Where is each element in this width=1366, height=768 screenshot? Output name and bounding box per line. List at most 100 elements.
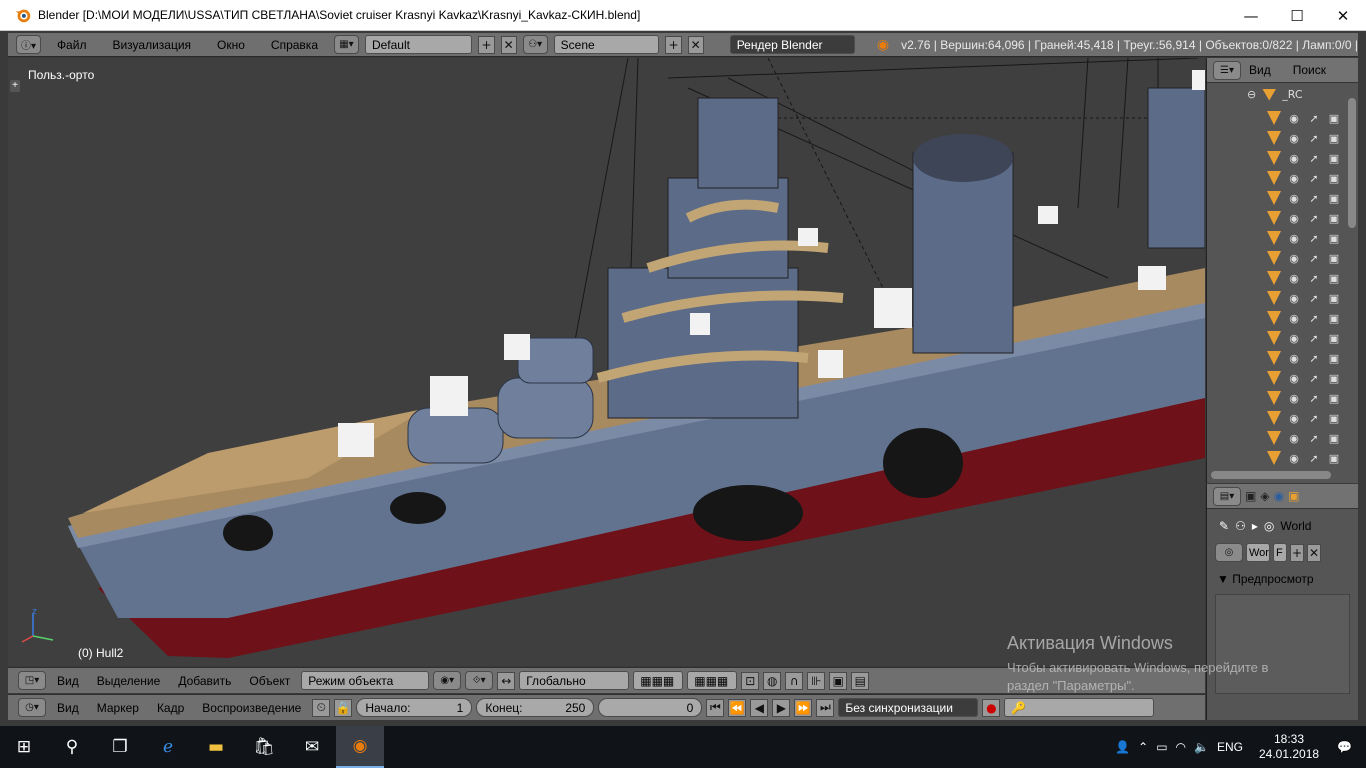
timeline-menu-marker[interactable]: Маркер (90, 701, 146, 715)
layers-block-1[interactable]: ▦▦▦ (633, 671, 684, 690)
outliner-object-row[interactable]: ◉ ➚ ▣ (1207, 308, 1347, 328)
people-icon[interactable]: 👤 (1115, 740, 1130, 754)
render-camera-icon[interactable]: ▣ (1327, 272, 1341, 285)
menu-help[interactable]: Справка (261, 38, 328, 52)
selectability-cursor-icon[interactable]: ➚ (1307, 192, 1321, 205)
proportional-edit-icon[interactable]: ◍ (763, 671, 782, 690)
edge-icon[interactable]: ℯ (144, 726, 192, 768)
properties-editor-icon[interactable]: ▤▾ (1213, 486, 1241, 506)
world-browse-icon[interactable]: ◎ (1215, 543, 1243, 562)
keying-set-field[interactable]: 🔑 (1004, 698, 1155, 717)
screen-layout-field[interactable]: Default (364, 35, 473, 54)
render-camera-icon[interactable]: ▣ (1327, 172, 1341, 185)
world-name-field[interactable]: Wor (1246, 543, 1270, 562)
clock[interactable]: 18:33 24.01.2018 (1259, 732, 1319, 762)
3d-editor-type-icon[interactable]: ◳▾ (18, 671, 46, 690)
tray-expand-icon[interactable]: ⌃ (1138, 740, 1148, 754)
screen-layout-icon[interactable]: ▦▾ (334, 35, 359, 54)
selectability-cursor-icon[interactable]: ➚ (1307, 292, 1321, 305)
maximize-button[interactable]: ☐ (1274, 0, 1320, 31)
outliner-object-row[interactable]: ◉ ➚ ▣ (1207, 428, 1347, 448)
outliner-search-menu[interactable]: Поиск (1293, 63, 1326, 77)
selectability-cursor-icon[interactable]: ➚ (1307, 272, 1321, 285)
visibility-eye-icon[interactable]: ◉ (1287, 432, 1301, 445)
scene-field[interactable]: Scene (553, 35, 660, 54)
outliner-object-row[interactable]: ◉ ➚ ▣ (1207, 228, 1347, 248)
notifications-icon[interactable]: 💬 (1337, 740, 1352, 754)
render-camera-icon[interactable]: ▣ (1327, 152, 1341, 165)
visibility-eye-icon[interactable]: ◉ (1287, 132, 1301, 145)
opengl-animation-icon[interactable]: ▤ (851, 671, 870, 690)
scene-tab-icon[interactable]: ◈ (1260, 489, 1269, 503)
render-camera-icon[interactable]: ▣ (1327, 332, 1341, 345)
jump-keyframe-back-icon[interactable]: ⏪ (728, 698, 747, 717)
visibility-eye-icon[interactable]: ◉ (1287, 372, 1301, 385)
blender-taskbar-icon[interactable]: ◉ (336, 726, 384, 768)
preview-range-icon[interactable]: ⏲ (312, 698, 331, 717)
outliner-object-row[interactable]: ◉ ➚ ▣ (1207, 328, 1347, 348)
outliner-object-row[interactable]: ◉ ➚ ▣ (1207, 348, 1347, 368)
search-icon[interactable]: ⚲ (48, 726, 96, 768)
selectability-cursor-icon[interactable]: ➚ (1307, 212, 1321, 225)
end-frame-field[interactable]: Конец: 250 (476, 698, 595, 717)
wifi-icon[interactable]: ◠ (1176, 740, 1186, 754)
render-camera-icon[interactable]: ▣ (1327, 292, 1341, 305)
outliner-object-row[interactable]: ◉ ➚ ▣ (1207, 188, 1347, 208)
render-camera-icon[interactable]: ▣ (1327, 112, 1341, 125)
tool-shelf-toggle-icon[interactable]: + (10, 80, 20, 92)
menu-window[interactable]: Окно (207, 38, 255, 52)
outliner-object-row[interactable]: ◉ ➚ ▣ (1207, 108, 1347, 128)
selectability-cursor-icon[interactable]: ➚ (1307, 112, 1321, 125)
screen-remove-icon[interactable]: ✕ (500, 35, 517, 54)
selectability-cursor-icon[interactable]: ➚ (1307, 372, 1321, 385)
battery-icon[interactable]: ▭ (1156, 740, 1167, 754)
outliner-object-row[interactable]: ◉ ➚ ▣ (1207, 288, 1347, 308)
visibility-eye-icon[interactable]: ◉ (1287, 112, 1301, 125)
start-frame-field[interactable]: Начало: 1 (356, 698, 473, 717)
selectability-cursor-icon[interactable]: ➚ (1307, 232, 1321, 245)
world-add-icon[interactable]: + (1290, 543, 1304, 562)
outliner-object-row[interactable]: ◉ ➚ ▣ (1207, 388, 1347, 408)
selectability-cursor-icon[interactable]: ➚ (1307, 452, 1321, 465)
mail-icon[interactable]: ✉ (288, 726, 336, 768)
pin-icon[interactable]: ✎ (1219, 519, 1229, 533)
editor-type-info-icon[interactable]: ⓘ▾ (16, 35, 41, 54)
timeline-menu-playback[interactable]: Воспроизведение (195, 701, 308, 715)
jump-keyframe-forward-icon[interactable]: ⏩ (794, 698, 813, 717)
visibility-eye-icon[interactable]: ◉ (1287, 412, 1301, 425)
scene-icon[interactable]: ⚇▾ (522, 35, 548, 54)
record-icon[interactable]: ● (982, 698, 1001, 717)
collapse-icon[interactable]: ⊖ (1247, 88, 1256, 101)
render-camera-icon[interactable]: ▣ (1327, 372, 1341, 385)
outliner-editor-icon[interactable]: ☰▾ (1213, 60, 1241, 80)
render-camera-icon[interactable]: ▣ (1327, 392, 1341, 405)
selectability-cursor-icon[interactable]: ➚ (1307, 132, 1321, 145)
selectability-cursor-icon[interactable]: ➚ (1307, 412, 1321, 425)
snap-element-icon[interactable]: ⊪ (807, 671, 826, 690)
lock-icon[interactable]: 🔒 (334, 698, 353, 717)
world-unlink-icon[interactable]: ✕ (1307, 543, 1321, 562)
visibility-eye-icon[interactable]: ◉ (1287, 292, 1301, 305)
outliner-object-row[interactable]: ◉ ➚ ▣ (1207, 148, 1347, 168)
outliner-hscrollbar[interactable] (1211, 471, 1331, 479)
visibility-eye-icon[interactable]: ◉ (1287, 232, 1301, 245)
selectability-cursor-icon[interactable]: ➚ (1307, 252, 1321, 265)
layer-lock-icon[interactable]: ⊡ (741, 671, 760, 690)
outliner-object-row[interactable]: ◉ ➚ ▣ (1207, 448, 1347, 468)
visibility-eye-icon[interactable]: ◉ (1287, 252, 1301, 265)
3d-menu-object[interactable]: Объект (242, 674, 297, 688)
selectability-cursor-icon[interactable]: ➚ (1307, 312, 1321, 325)
render-camera-icon[interactable]: ▣ (1327, 352, 1341, 365)
selectability-cursor-icon[interactable]: ➚ (1307, 352, 1321, 365)
timeline-menu-view[interactable]: Вид (50, 701, 86, 715)
selectability-cursor-icon[interactable]: ➚ (1307, 152, 1321, 165)
visibility-eye-icon[interactable]: ◉ (1287, 352, 1301, 365)
transform-orientation-select[interactable]: Глобально (519, 671, 630, 690)
outliner-object-row[interactable]: ◉ ➚ ▣ (1207, 408, 1347, 428)
render-camera-icon[interactable]: ▣ (1327, 312, 1341, 325)
outliner-view-menu[interactable]: Вид (1249, 63, 1271, 77)
visibility-eye-icon[interactable]: ◉ (1287, 192, 1301, 205)
visibility-eye-icon[interactable]: ◉ (1287, 152, 1301, 165)
volume-icon[interactable]: 🔈 (1194, 740, 1209, 754)
jump-end-icon[interactable]: ⏭ (816, 698, 835, 717)
